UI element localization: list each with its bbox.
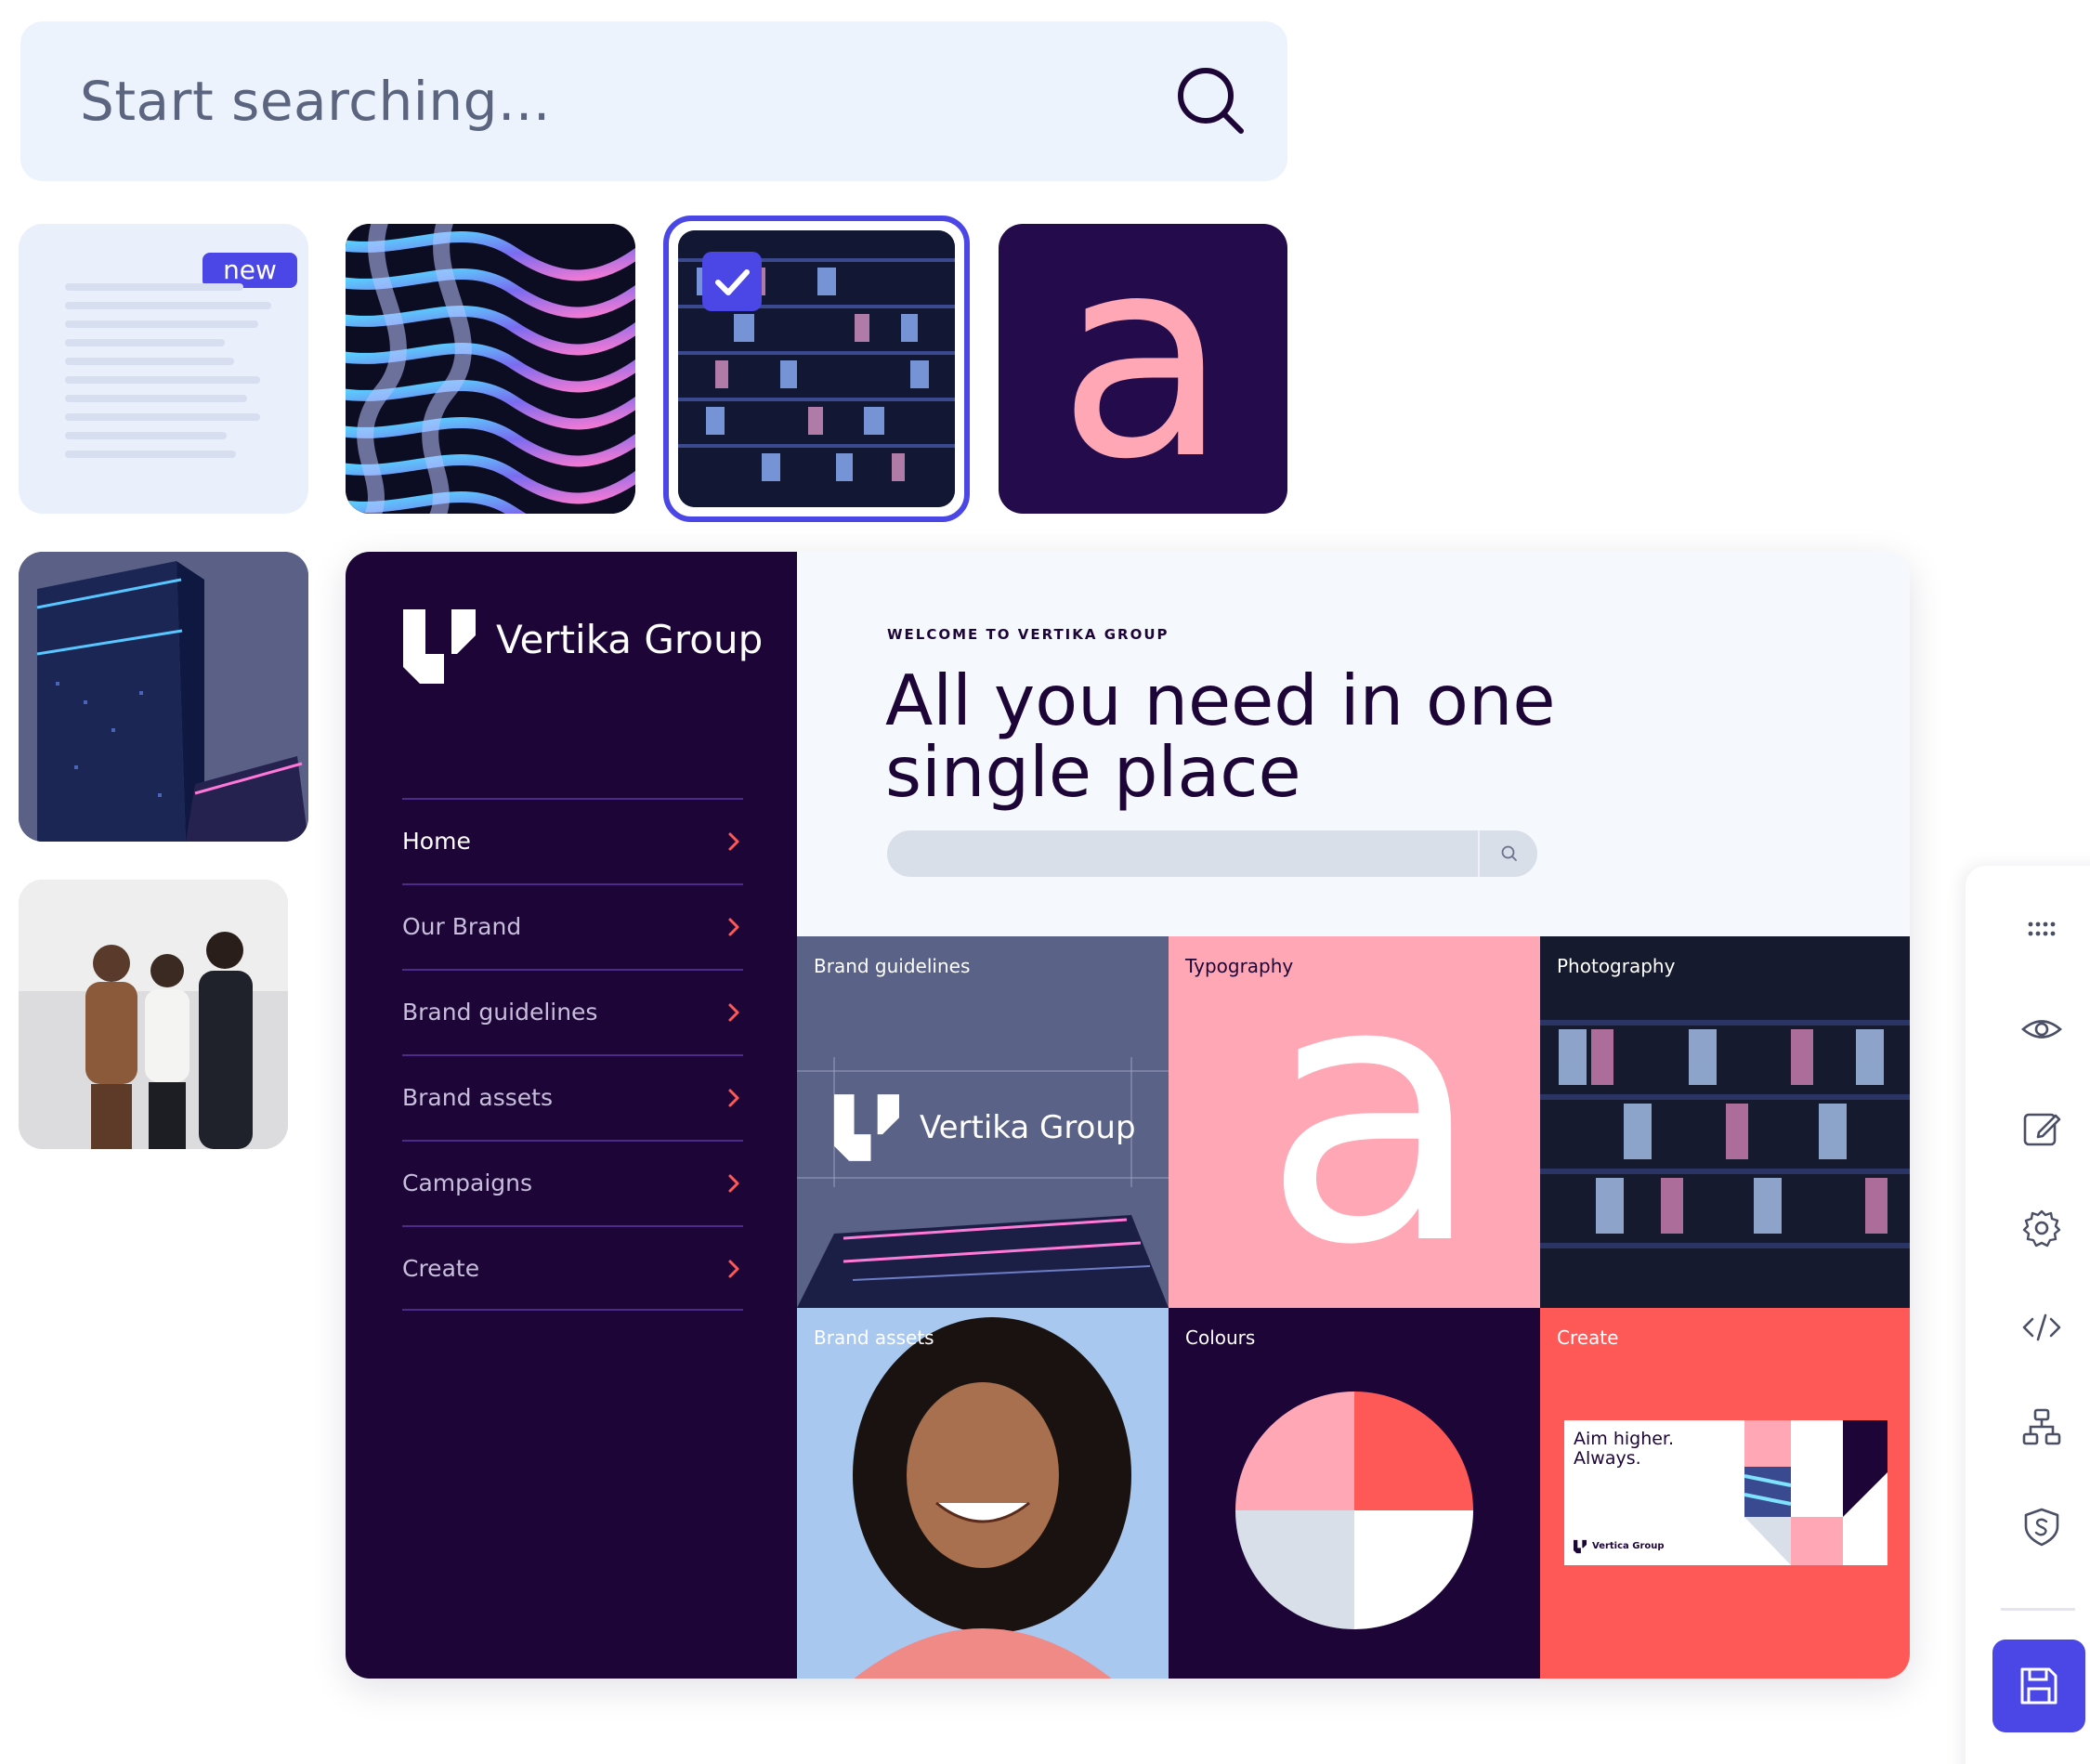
ad-graphic [1744,1420,1888,1565]
checkbox-checked[interactable] [702,252,762,311]
office-building-image [1540,936,1910,1308]
typography-tile[interactable]: a [999,224,1287,514]
nav-label: Campaigns [402,1169,533,1196]
hero-search-input[interactable] [887,830,1537,877]
screen: Start searching... new a Vertika Group H… [0,0,2090,1764]
chevron-right-icon [728,1003,739,1022]
doc-line [65,395,247,402]
nav-item-brand-assets[interactable]: Brand assets [402,1054,743,1140]
vertika-logo-icon [834,1094,899,1161]
team-photo [19,880,288,1149]
search-input[interactable]: Start searching... [80,21,551,181]
portrait-image [797,1308,1169,1679]
typography-card[interactable]: a Typography [1169,936,1540,1308]
brand-name: Vertika Group [496,617,764,662]
ad-brand: Vertica Group [1592,1541,1665,1551]
abstract-swirl-image [346,224,635,514]
badge-icon[interactable] [2018,1504,2065,1550]
rail-divider [2001,1608,2075,1611]
nav-item-brand-guidelines[interactable]: Brand guidelines [402,969,743,1054]
nav-item-campaigns[interactable]: Campaigns [402,1140,743,1225]
brand-guidelines-card[interactable]: Brand guidelines Vertika Group [797,936,1169,1308]
ad-template-preview: Aim higher. Always. Vertica Group [1564,1420,1888,1565]
save-icon [2020,1667,2057,1705]
cell-label: Create [1557,1326,1619,1349]
wordmark-text: Vertika Group [920,1109,1136,1146]
eye-icon[interactable] [2018,1006,2065,1052]
edit-icon[interactable] [2018,1105,2065,1152]
doc-line [65,302,271,309]
brand-assets-card[interactable]: Brand assets [797,1308,1169,1679]
tower-image [19,552,308,842]
hero-kicker: WELCOME TO VERTIKA GROUP [887,626,1169,643]
doc-line [65,283,243,291]
colour-wheel [1235,1392,1473,1629]
chevron-right-icon [728,1260,739,1278]
doc-line [65,376,260,384]
chevron-right-icon [728,1089,739,1107]
vertika-logo-icon [1574,1539,1587,1554]
doc-line [65,432,227,439]
selected-image-tile[interactable] [663,216,970,522]
doc-line [65,451,236,458]
search-divider [1478,830,1480,877]
check-icon [715,269,750,295]
settings-icon[interactable] [2018,1205,2065,1251]
nav-label: Home [402,828,471,855]
hero-section: WELCOME TO VERTIKA GROUP All you need in… [797,552,1910,936]
doc-line [65,339,225,346]
chevron-right-icon [728,832,739,851]
search-icon[interactable] [1172,62,1250,140]
team-photo-tile[interactable] [19,880,288,1149]
vertika-logo-icon [403,609,476,684]
hierarchy-icon[interactable] [2018,1405,2065,1451]
sidebar: Vertika Group Home Our Brand Brand guide… [346,552,797,1679]
drag-handle-icon[interactable] [2018,906,2065,952]
sidebar-nav: Home Our Brand Brand guidelines Brand as… [402,798,743,1311]
save-button[interactable] [1992,1640,2085,1732]
cell-label: Photography [1557,955,1676,977]
brand-portal-preview: Vertika Group Home Our Brand Brand guide… [346,552,1910,1679]
tool-rail [1966,866,2090,1764]
chevron-right-icon [728,1174,739,1193]
doc-line [65,320,258,328]
create-card[interactable]: Create Aim higher. Always. Vertica Group [1540,1308,1910,1679]
cell-label: Brand assets [814,1326,934,1349]
nav-item-home[interactable]: Home [402,798,743,883]
code-icon[interactable] [2018,1304,2065,1351]
letter-glyph: a [1057,224,1229,514]
nav-label: Create [402,1255,480,1282]
nav-label: Our Brand [402,913,522,940]
chevron-right-icon [728,918,739,936]
brand-guidelines-wordmark: Vertika Group [834,1094,1150,1169]
typography-glyph: a [1261,936,1484,1308]
colours-card[interactable]: Colours [1169,1308,1540,1679]
ad-tagline: Aim higher. Always. [1574,1429,1675,1469]
search-bar[interactable]: Start searching... [20,21,1287,181]
hero-headline: All you need in one single place [885,660,1556,813]
document-tile[interactable]: new [19,224,308,514]
nav-item-create[interactable]: Create [402,1225,743,1311]
cell-label: Typography [1185,955,1294,977]
nav-label: Brand assets [402,1084,553,1111]
doc-line [65,413,260,421]
doc-line [65,358,234,365]
cell-label: Colours [1185,1326,1256,1349]
search-icon[interactable] [1500,844,1519,863]
cell-label: Brand guidelines [814,955,971,977]
nav-label: Brand guidelines [402,999,598,1026]
abstract-image-tile[interactable] [346,224,635,514]
nav-item-our-brand[interactable]: Our Brand [402,883,743,969]
tower-image-tile[interactable] [19,552,308,842]
photography-card[interactable]: Photography [1540,936,1910,1308]
